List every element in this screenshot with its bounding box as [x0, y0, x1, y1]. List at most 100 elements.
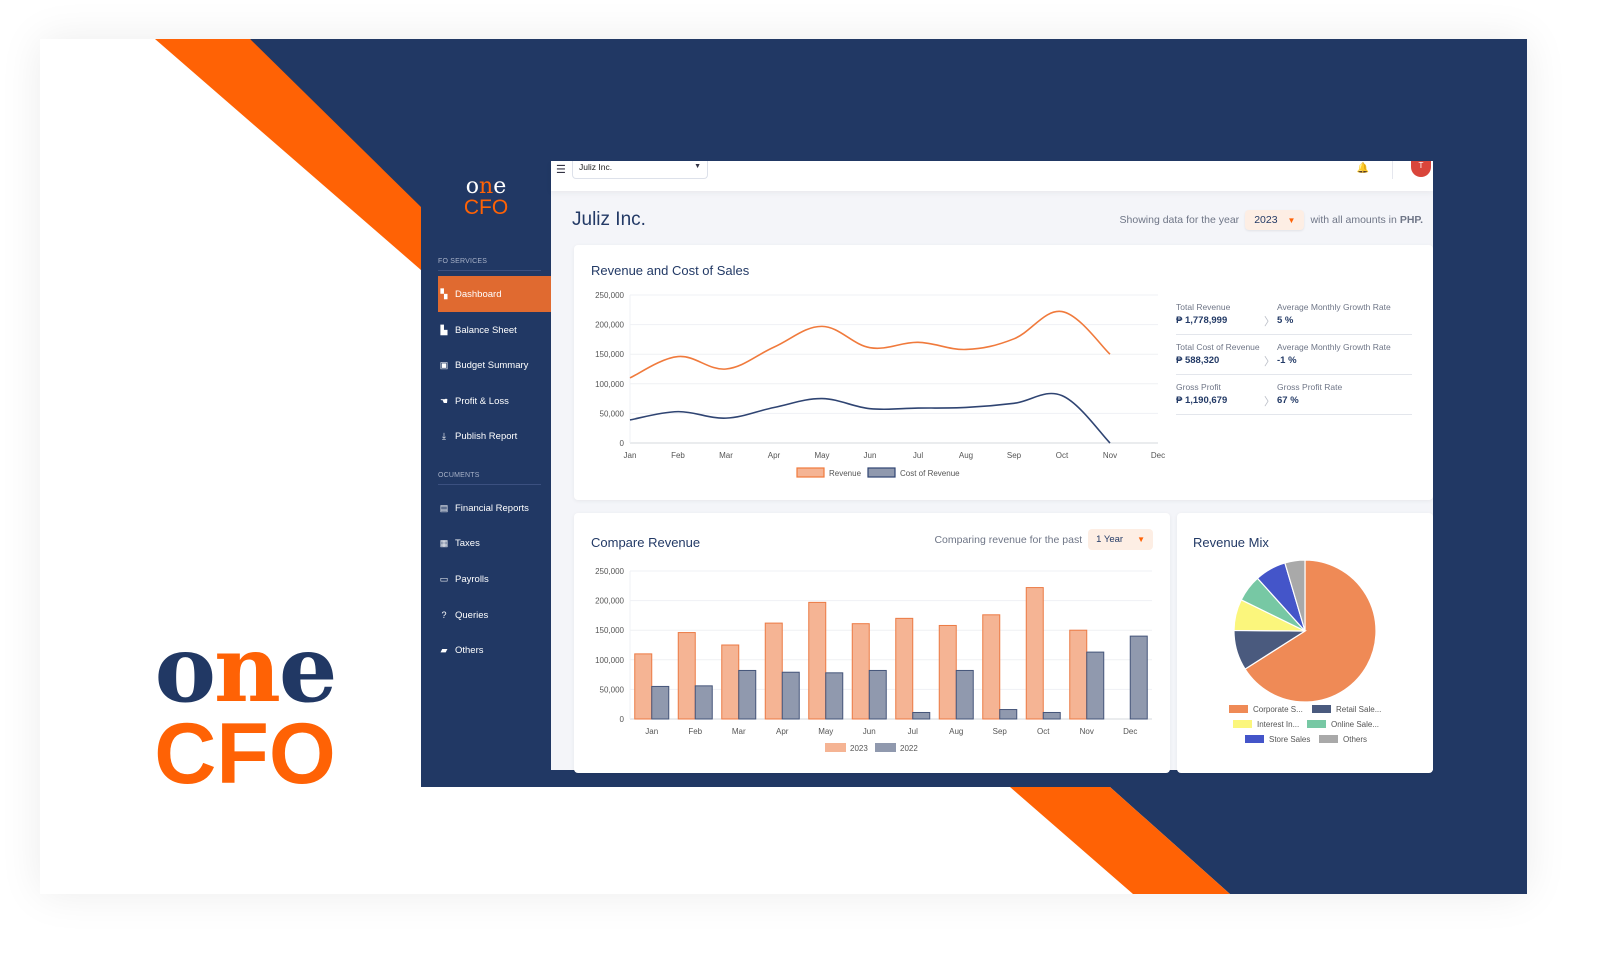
bar-2023-jan[interactable] — [634, 653, 653, 720]
legend-label: Corporate S... — [1253, 705, 1303, 714]
x-tick-label: Dec — [1123, 727, 1137, 736]
avatar[interactable]: T — [1411, 161, 1431, 177]
sidebar-item-financial-reports[interactable]: ▤ Financial Reports — [438, 490, 551, 526]
x-tick-label: Oct — [1056, 451, 1069, 460]
dashboard-icon: ▚ — [440, 288, 448, 299]
chevron-right-icon: 〉 — [1264, 396, 1275, 408]
sidebar-item-publish-report[interactable]: ⤓ Publish Report — [438, 418, 551, 454]
card-title: Compare Revenue — [591, 535, 701, 550]
y-tick-label: 150,000 — [595, 350, 624, 359]
x-tick-label: Sep — [993, 727, 1008, 736]
sidebar-item-taxes[interactable]: ▦ Taxes — [438, 525, 551, 561]
menu-icon[interactable]: ☰ — [556, 163, 566, 176]
bar-2022-may[interactable] — [825, 672, 844, 720]
sidebar-item-others[interactable]: ▰ Others — [438, 632, 551, 668]
legend-item[interactable]: Revenue — [796, 467, 862, 478]
bar-2023-may[interactable] — [808, 601, 827, 720]
legend-item[interactable]: Store Sales — [1245, 735, 1310, 744]
bar-2023-feb[interactable] — [677, 632, 696, 720]
rate-label: Average Monthly Growth Rate — [1277, 342, 1391, 352]
bar-2023-sep[interactable] — [982, 614, 1001, 720]
bar-2022-nov[interactable] — [1086, 651, 1105, 720]
legend-item[interactable]: Online Sale... — [1307, 720, 1379, 729]
year-select[interactable]: 2023 ▼ — [1245, 210, 1305, 230]
sidebar-item-balance-sheet[interactable]: ▙ Balance Sheet — [438, 312, 551, 348]
report-file-icon: ▤ — [439, 502, 449, 513]
bar-2023-apr[interactable] — [764, 622, 783, 720]
legend-item[interactable]: Others — [1319, 735, 1367, 744]
bar-2023-oct[interactable] — [1025, 587, 1044, 720]
legend-label: 2022 — [900, 744, 918, 753]
sidebar-item-profit-loss[interactable]: ☚ Profit & Loss — [438, 383, 551, 419]
bar-2022-feb[interactable] — [694, 685, 713, 720]
rate-value: 67 % — [1277, 395, 1299, 406]
bar-2022-jun[interactable] — [868, 669, 887, 720]
sidebar-item-budget-summary[interactable]: ▣ Budget Summary — [438, 347, 551, 383]
folder-icon: ▰ — [440, 644, 448, 655]
rate-label: Gross Profit Rate — [1277, 382, 1343, 392]
metric-label: Gross Profit — [1176, 382, 1221, 392]
bar-2022-dec[interactable] — [1129, 635, 1148, 720]
revenue-cost-line-chart: 0 50,000 100,000 150,000 200,000 250,000 Jan Fe… — [595, 291, 1165, 478]
x-tick-label: Aug — [949, 727, 963, 736]
legend-item[interactable]: Retail Sale... — [1312, 705, 1381, 714]
sidebar-item-dashboard[interactable]: ▚ Dashboard — [438, 276, 551, 312]
bar-2023-jun[interactable] — [851, 623, 870, 720]
legend-swatch — [875, 743, 896, 752]
legend-label: 2023 — [850, 744, 868, 753]
year-prefix-text: Showing data for the year — [1119, 214, 1240, 226]
bar-2022-sep[interactable] — [999, 709, 1018, 720]
sidebar-item-label: Dashboard — [455, 288, 502, 300]
legend-item[interactable]: Corporate S... — [1229, 705, 1303, 714]
y-tick-label: 0 — [620, 439, 625, 448]
legend-item[interactable]: Interest In... — [1233, 720, 1299, 729]
sidebar-item-label: Payrolls — [455, 573, 489, 585]
company-select-value: Juliz Inc. — [579, 162, 613, 172]
legend-swatch — [867, 467, 896, 478]
bell-icon[interactable]: 🔔 — [1357, 163, 1369, 174]
sidebar-item-label: Taxes — [455, 537, 480, 549]
sidebar-item-payrolls[interactable]: ▭ Payrolls — [438, 561, 551, 597]
compare-prefix-text: Comparing revenue for the past — [934, 533, 1083, 546]
bar-2022-mar[interactable] — [738, 669, 757, 720]
x-tick-label: Mar — [719, 451, 733, 460]
y-tick-label: 250,000 — [595, 567, 624, 576]
rate-value: -1 % — [1277, 355, 1297, 366]
compare-revenue-card: Compare Revenue Comparing revenue for th… — [574, 513, 1170, 773]
legend-label: Retail Sale... — [1336, 705, 1381, 714]
metric-value: ₱ 588,320 — [1176, 355, 1220, 366]
y-tick-label: 100,000 — [595, 656, 624, 665]
y-tick-label: 100,000 — [595, 380, 624, 389]
sidebar-item-queries[interactable]: ? Queries — [438, 597, 551, 633]
bar-2022-oct[interactable] — [1042, 711, 1061, 720]
bar-2023-jul[interactable] — [895, 617, 914, 720]
legend-item[interactable]: Cost of Revenue — [867, 467, 960, 478]
bar-2022-aug[interactable] — [955, 669, 974, 720]
company-select[interactable]: Juliz Inc. ▼ — [572, 161, 708, 179]
bar-2022-jan[interactable] — [651, 685, 670, 720]
bar-2022-jul[interactable] — [912, 711, 931, 720]
y-tick-label: 50,000 — [600, 409, 625, 418]
x-tick-label: Feb — [671, 451, 685, 460]
app-screenshot: one CFO FO SERVICES ▚ Dashboard ▙ Balance S… — [421, 161, 1433, 787]
bar-2023-nov[interactable] — [1069, 629, 1088, 720]
sidebar-item-label: Balance Sheet — [455, 324, 517, 336]
balance-sheet-icon: ▙ — [440, 324, 448, 335]
sidebar-logo[interactable]: one CFO — [461, 176, 511, 219]
period-select[interactable]: 1 Year ▼ — [1088, 529, 1153, 550]
chevron-right-icon: 〉 — [1264, 316, 1275, 328]
sidebar-item-label: Queries — [455, 609, 489, 621]
x-tick-label: Jan — [645, 727, 658, 736]
currency-label: PHP. — [1399, 214, 1423, 226]
bar-2023-mar[interactable] — [721, 644, 740, 720]
metric-row: Total Cost of Revenue ₱ 588,320 〉 Average M… — [1176, 335, 1412, 375]
x-tick-label: Sep — [1007, 451, 1022, 460]
bar-2022-apr[interactable] — [781, 671, 800, 720]
legend-item[interactable]: 2022 — [875, 743, 918, 753]
y-tick-label: 0 — [620, 715, 625, 724]
x-tick-label: Nov — [1080, 727, 1094, 736]
legend-item[interactable]: 2023 — [825, 743, 868, 753]
bar-2023-aug[interactable] — [938, 624, 957, 720]
section-label-services: FO SERVICES — [438, 258, 541, 271]
legend-swatch — [796, 467, 825, 478]
